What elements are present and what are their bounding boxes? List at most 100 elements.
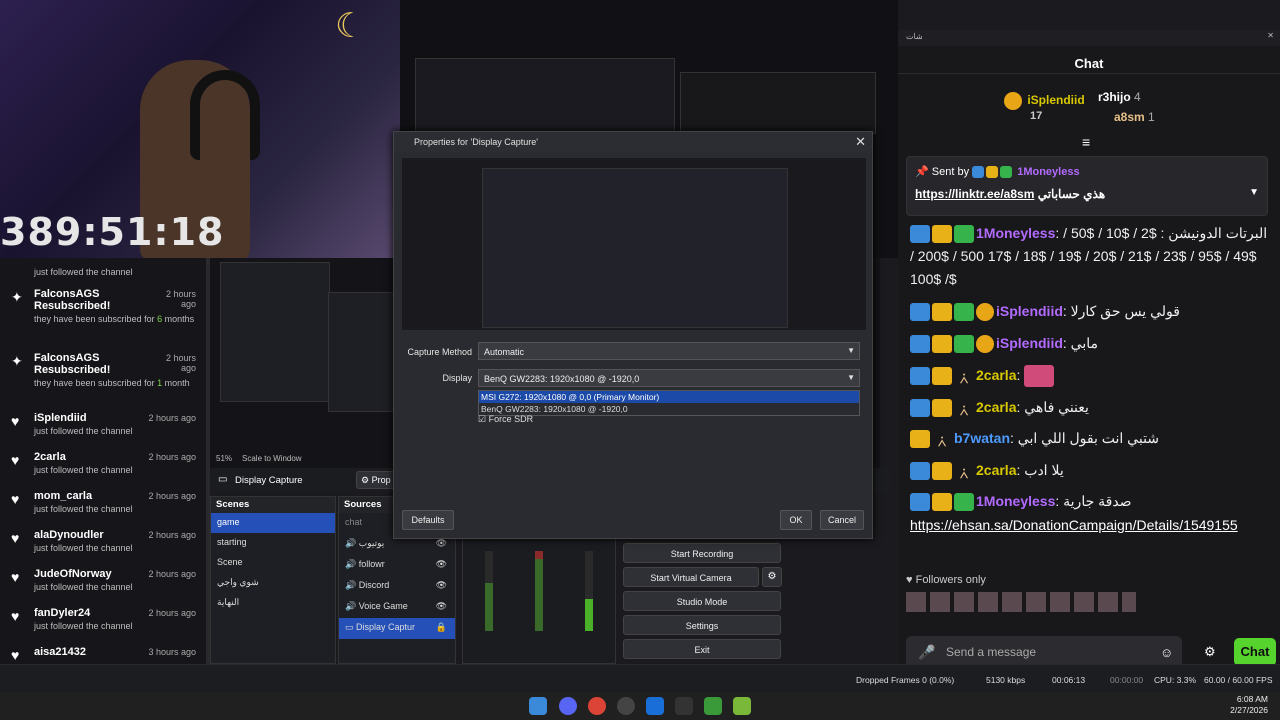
headset-icon — [190, 70, 260, 160]
event-time: 3 hours ago — [148, 647, 196, 657]
display-option[interactable]: BenQ GW2283: 1920x1080 @ -1920,0 — [479, 403, 859, 415]
monitor-icon: ▭ — [345, 622, 354, 632]
chat-panel: Chat iSplendiid 17 r3hijo 4 a8sm 1 ≡ 📌 Se… — [898, 46, 1280, 680]
scene-item[interactable]: game — [211, 513, 335, 533]
obs-icon[interactable] — [617, 697, 635, 715]
chat-window-title: شات — [906, 32, 923, 41]
source-item[interactable]: ▭ Display Captur 🔒 — [339, 618, 455, 639]
properties-dialog: Properties for 'Display Capture' ✕ Captu… — [393, 131, 873, 539]
followers-only-label: ♥ Followers only — [906, 574, 986, 586]
exit-button[interactable]: Exit — [623, 639, 781, 659]
chevron-down-icon[interactable]: ▼ — [1249, 187, 1259, 198]
app-icon[interactable] — [646, 697, 664, 715]
display-select[interactable]: BenQ GW2283: 1920x1080 @ -1920,0 ▼ — [478, 369, 860, 387]
cancel-button[interactable]: Cancel — [820, 510, 864, 530]
emote-image — [1024, 365, 1055, 388]
mic-icon[interactable]: 🎤 — [918, 644, 935, 661]
nested-preview — [220, 262, 330, 402]
chat-message: iSplendiid: مابي — [910, 332, 1270, 355]
event-desc: just followed the channel — [34, 465, 133, 475]
minecraft-icon[interactable] — [704, 697, 722, 715]
event-desc: just followed the channel — [34, 582, 133, 592]
close-icon[interactable]: ✕ — [855, 134, 866, 150]
properties-button[interactable]: ⚙ Prop — [356, 471, 396, 489]
ok-button[interactable]: OK — [780, 510, 812, 530]
studio-mode-button[interactable]: Studio Mode — [623, 591, 781, 611]
event-item: ✦ FalconsAGS Resubscribed! they have bee… — [0, 284, 206, 348]
event-desc: just followed the channel — [34, 504, 133, 514]
chat-message: iSplendiid: قولي يس حق كارلا — [910, 300, 1270, 323]
scene-item[interactable]: شوي واجي — [211, 573, 335, 593]
chat-message: 1Moneyless: البرتات الدونيشن : $2 / $10 … — [910, 225, 1268, 287]
pinned-message: 📌 Sent by 1Moneyless https://linktr.ee/a… — [906, 156, 1268, 216]
zoom-level[interactable]: 51% — [216, 454, 232, 463]
defaults-button[interactable]: Defaults — [402, 510, 454, 530]
event-time: 2 hours ago — [148, 530, 196, 540]
event-desc: just followed the channel — [34, 621, 133, 631]
source-item[interactable]: 🔊 followr 👁 — [339, 555, 455, 576]
leaderboard-entry: iSplendiid 17 — [1004, 92, 1085, 122]
viewer-avatars — [906, 592, 1136, 612]
chrome-icon[interactable] — [588, 697, 606, 715]
eye-icon: 👁 — [435, 601, 447, 611]
gear-icon[interactable]: ⚙ — [762, 567, 782, 587]
eye-icon: 👁 — [435, 538, 447, 548]
live-time: 00:06:13 — [1052, 675, 1086, 685]
events-list: just followed the channel ✦ FalconsAGS R… — [0, 258, 206, 664]
windows-start-icon[interactable] — [529, 697, 547, 715]
hamburger-icon[interactable]: ≡ — [1082, 134, 1090, 150]
windows-taskbar: 6:08 AM 2/27/2026 — [0, 692, 1280, 720]
event-desc: just followed the channel — [34, 267, 133, 277]
audio-icon: 🔊 — [345, 580, 357, 590]
event-item: ✦ FalconsAGS Resubscribed! they have bee… — [0, 348, 206, 408]
chat-send-button[interactable]: Chat — [1234, 638, 1276, 666]
event-desc: just followed the channel — [34, 426, 133, 436]
bitrate: 5130 kbps — [986, 675, 1026, 685]
heart-icon: ♥ — [11, 608, 20, 624]
start-recording-button[interactable]: Start Recording — [623, 543, 781, 563]
dialog-titlebar: Properties for 'Display Capture' ✕ — [394, 132, 872, 152]
heart-icon: ♥ — [11, 452, 20, 468]
moon-icon: ☾ — [335, 7, 366, 45]
event-desc: just followed the channel — [34, 543, 133, 553]
dialog-preview — [402, 158, 866, 330]
scene-item[interactable]: starting — [211, 533, 335, 553]
monitor-icon: ▭ — [218, 474, 228, 485]
chevron-down-icon: ▼ — [847, 373, 855, 382]
star-icon: ✦ — [11, 353, 23, 369]
heart-icon: ♥ — [11, 413, 20, 429]
event-item: ♥ 2carla just followed the channel 2 hou… — [0, 447, 206, 486]
heart-icon: ♥ — [11, 569, 20, 585]
event-item: ♥ aisa21432 3 hours ago — [0, 642, 206, 664]
volume-meter — [485, 551, 493, 631]
close-icon[interactable]: ✕ — [1267, 31, 1274, 40]
settings-icon[interactable]: ⚙ — [1204, 644, 1216, 660]
event-desc: they have been subscribed for 6 months — [34, 314, 195, 324]
app-icon[interactable] — [733, 697, 751, 715]
discord-icon[interactable] — [559, 697, 577, 715]
event-item: ♥ fanDyler24 just followed the channel 2… — [0, 603, 206, 642]
audio-icon: 🔊 — [345, 538, 357, 548]
source-item[interactable]: 🔊 Discord 👁 — [339, 576, 455, 597]
chat-message: ⩑ b7watan: شتبي انت بقول اللي ابي — [910, 427, 1270, 450]
app-icon[interactable] — [675, 697, 693, 715]
donation-link[interactable]: https://ehsan.sa/DonationCampaign/Detail… — [910, 514, 1270, 537]
scene-item[interactable]: Scene — [211, 553, 335, 573]
lock-icon: 🔒 — [435, 622, 447, 632]
event-time: 2 hours ago — [165, 289, 196, 309]
pin-link[interactable]: https://linktr.ee/a8sm — [915, 187, 1034, 201]
display-option[interactable]: MSI G272: 1920x1080 @ 0,0 (Primary Monit… — [479, 391, 859, 403]
start-virtual-camera-button[interactable]: Start Virtual Camera — [623, 567, 759, 587]
source-item[interactable]: 🔊 Voice Game 👁 — [339, 597, 455, 618]
chat-message: ⩑ 2carla: يعنني فاهي — [910, 396, 1270, 419]
obs-status-bar: Dropped Frames 0 (0.0%) 5130 kbps 00:06:… — [0, 664, 1280, 692]
emoji-icon[interactable]: ☺ — [1160, 645, 1173, 660]
force-sdr-checkbox[interactable]: ☑ Force SDR — [478, 414, 533, 425]
display-dropdown[interactable]: MSI G272: 1920x1080 @ 0,0 (Primary Monit… — [478, 390, 860, 416]
settings-button[interactable]: Settings — [623, 615, 781, 635]
rec-time: 00:00:00 — [1110, 675, 1144, 685]
scale-mode[interactable]: Scale to Window — [242, 454, 302, 463]
scene-item[interactable]: النهاية — [211, 593, 335, 613]
capture-method-select[interactable]: Automatic ▼ — [478, 342, 860, 360]
system-clock[interactable]: 6:08 AM 2/27/2026 — [1230, 694, 1268, 716]
